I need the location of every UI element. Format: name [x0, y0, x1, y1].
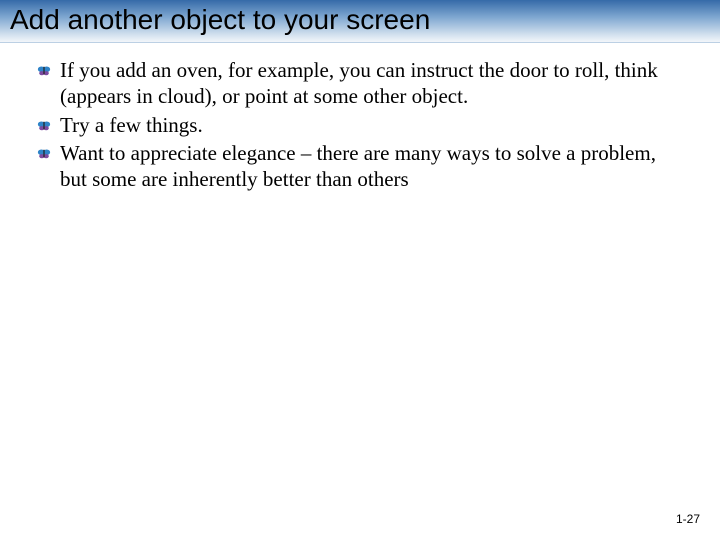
bullet-text: Want to appreciate elegance – there are … [60, 140, 684, 193]
title-bar: Add another object to your screen [0, 0, 720, 43]
bullet-text: Try a few things. [60, 112, 203, 138]
slide: Add another object to your screen If you… [0, 0, 720, 540]
list-item: Want to appreciate elegance – there are … [36, 140, 684, 193]
bullet-text: If you add an oven, for example, you can… [60, 57, 684, 110]
slide-title: Add another object to your screen [10, 4, 710, 36]
butterfly-icon [36, 61, 52, 81]
butterfly-icon [36, 116, 52, 136]
list-item: If you add an oven, for example, you can… [36, 57, 684, 110]
slide-body: If you add an oven, for example, you can… [0, 43, 720, 192]
list-item: Try a few things. [36, 112, 684, 138]
butterfly-icon [36, 144, 52, 164]
page-number: 1-27 [676, 512, 700, 526]
